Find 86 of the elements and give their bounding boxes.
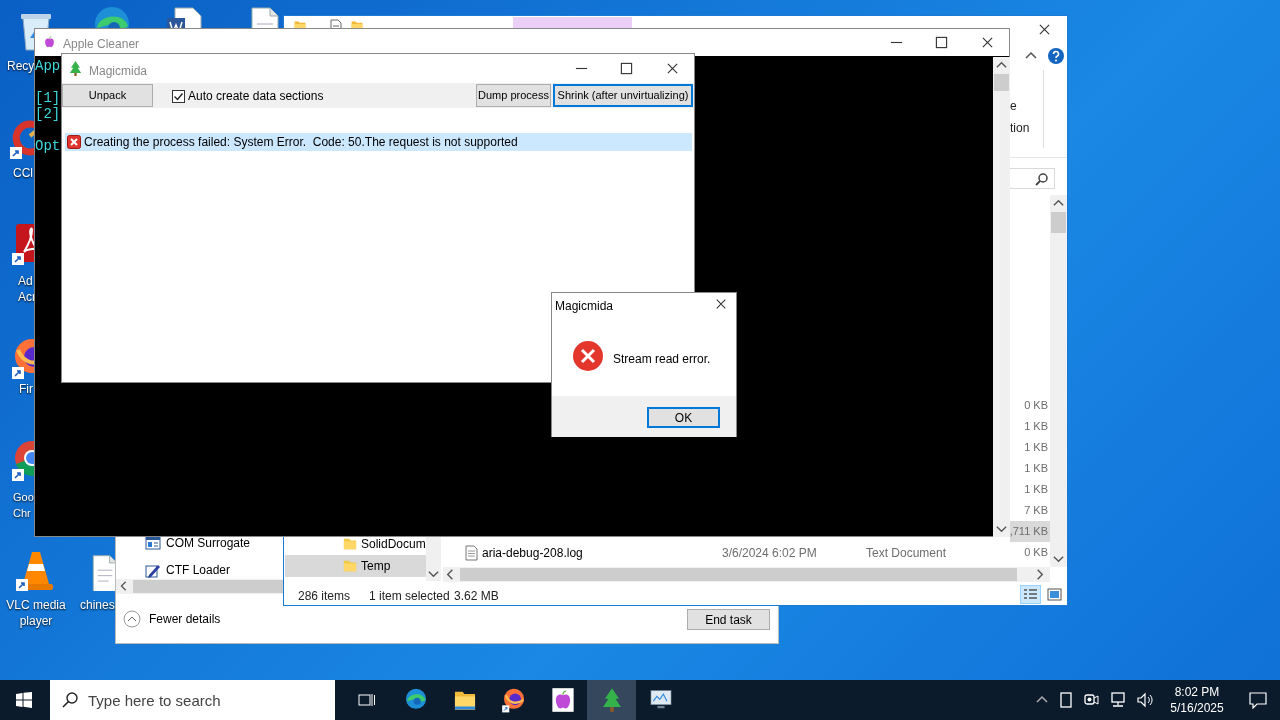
close-icon[interactable] [715,298,727,310]
large-icons-view-button[interactable] [1044,585,1065,604]
tree-item[interactable]: Temp [285,555,426,577]
search-field[interactable] [1010,168,1055,189]
process-name[interactable]: CTF Loader [166,562,231,578]
fewer-details-toggle[interactable]: Fewer details [123,610,221,628]
file-type: Text Document [866,544,948,562]
maximize-icon[interactable] [935,36,948,49]
icon-label[interactable]: Chr [13,505,34,521]
apple-icon [42,34,57,50]
tree-icon [68,60,83,77]
pen-icon [145,562,161,578]
console-text: [2] [35,106,61,122]
file-row[interactable]: 7 KB [1024,500,1050,521]
console-text: Opt [35,138,61,154]
ok-button[interactable]: OK [647,407,720,428]
file-date: 3/6/2024 6:02 PM [722,544,818,562]
file-row[interactable]: 1 KB [1024,458,1050,479]
icon-label[interactable]: player [0,613,72,629]
picture-frame-icon [1047,588,1062,601]
file-row[interactable]: 1 KB [1024,437,1050,458]
tree-item[interactable]: SolidDocum [285,533,426,555]
dialog-message: Stream read error. [613,351,711,368]
ribbon-label[interactable]: e [1010,98,1017,114]
volume-icon[interactable] [1137,692,1155,708]
window-title: Apple Cleaner [63,36,140,53]
error-icon [67,135,81,149]
file-row[interactable]: 1 KB [1024,479,1050,500]
item-count: 286 items [298,588,351,605]
toolbar-button[interactable]: Shrink (after unvirtualizing) [553,84,693,107]
process-name[interactable]: COM Surrogate [166,535,251,551]
details-list-icon [1023,588,1038,601]
icon-label[interactable]: Fir [19,381,33,397]
close-icon[interactable] [981,36,994,49]
dialog-title: Magicmida [555,298,614,315]
ribbon-label[interactable]: tion [1010,120,1030,136]
toolbar-button[interactable]: Dump process [476,84,551,107]
file-row[interactable]: ,711 KB [1009,521,1050,542]
tree-scrollbar[interactable] [426,537,441,581]
details-view-button[interactable] [1020,585,1041,604]
task-view-icon [358,692,376,708]
log-entry[interactable]: Creating the process failed: System Error. Code: 50.The request is not supported [65,133,692,151]
file-size: 0 KB [1024,545,1049,561]
firefox-icon [501,687,526,713]
folder-icon [343,537,357,551]
window-title: Magicmida [89,63,148,80]
error-icon [572,340,604,372]
console-text: [1] [35,90,61,106]
selection-count: 1 item selected [369,588,450,605]
webcam-icon[interactable] [1083,692,1099,708]
close-icon[interactable] [1038,23,1051,36]
clock[interactable]: 8:02 PM 5/16/2025 [1166,680,1228,720]
file-row[interactable]: aria-debug-208.log 3/6/2024 6:02 PM Text Document 0 KB [459,542,1050,563]
properties-icon[interactable] [330,19,342,28]
console-text: App [35,58,61,74]
toolbar-button[interactable]: Unpack [62,84,153,107]
search-icon [62,692,78,708]
apple-icon [550,687,575,713]
selection-size: 3.62 MB [454,588,499,605]
help-icon[interactable] [1048,48,1064,64]
icon-label[interactable]: Goo [13,489,34,505]
maximize-icon[interactable] [620,62,633,75]
speech-bubble-icon [1249,691,1267,709]
close-icon[interactable] [666,62,679,75]
file-row[interactable]: 0 KB [1024,395,1050,416]
chevron-up-circle-icon [123,610,141,628]
windows-logo-icon [16,692,32,708]
file-name: aria-debug-208.log [482,544,584,562]
acrobat-icon [12,222,34,266]
search-field[interactable]: Type here to search [50,680,335,720]
search-icon[interactable] [1035,172,1049,186]
icon-label[interactable]: chines [80,597,115,613]
folder-icon [343,559,357,573]
icon-label[interactable]: Acr [18,289,36,305]
checkbox-icon [172,89,185,103]
icon-label[interactable]: Recy [7,58,35,74]
end-task-button[interactable]: End task [687,609,770,630]
icon-label[interactable]: CCl [13,165,33,181]
file-row[interactable]: 1 KB [1024,416,1050,437]
network-icon[interactable] [1109,692,1127,708]
data-sections-checkbox[interactable]: Auto create data sections [172,87,324,105]
window-icon [145,535,161,551]
icon-label[interactable]: Ad [18,273,36,289]
text-file-icon [465,544,478,561]
tablet-icon[interactable] [1059,692,1073,708]
icon-label[interactable]: VLC media [0,597,72,613]
